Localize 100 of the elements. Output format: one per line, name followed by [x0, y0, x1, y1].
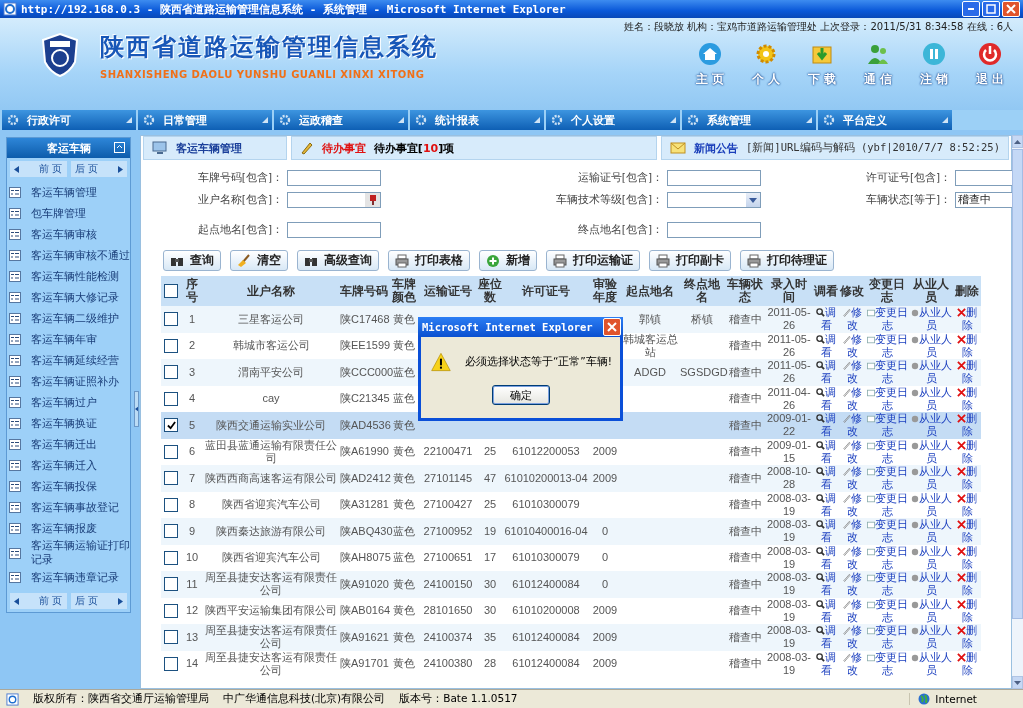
next-page-button[interactable]: 后 页: [70, 161, 127, 177]
minimize-button[interactable]: [962, 1, 980, 17]
delete-link[interactable]: 删除: [954, 518, 980, 545]
select-all-checkbox[interactable]: [164, 284, 178, 298]
row-checkbox[interactable]: [164, 577, 178, 592]
sidebar-item[interactable]: 客运车辆换证: [31, 416, 97, 431]
sidebar-item[interactable]: 客运车辆迁出: [31, 437, 97, 452]
delete-link[interactable]: 删除: [954, 650, 980, 677]
log-link[interactable]: 变更日志: [866, 465, 908, 492]
row-checkbox[interactable]: [164, 444, 178, 459]
delete-link[interactable]: 删除: [954, 359, 980, 386]
action-button[interactable]: 打印表格: [388, 250, 470, 271]
staff-link[interactable]: 从业人员: [910, 518, 952, 545]
sidebar-item[interactable]: 客运车辆大修记录: [31, 290, 119, 305]
staff-link[interactable]: 从业人员: [910, 597, 952, 624]
edit-link[interactable]: 修改: [840, 571, 864, 598]
menu-tab[interactable]: 运政稽查: [274, 110, 408, 130]
sidebar-item[interactable]: 包车牌管理: [31, 206, 86, 221]
view-link[interactable]: 调看: [814, 571, 838, 598]
row-checkbox[interactable]: [164, 418, 178, 433]
log-link[interactable]: 变更日志: [866, 438, 908, 465]
view-link[interactable]: 调看: [814, 306, 838, 333]
row-checkbox[interactable]: [164, 550, 178, 565]
next-page-button[interactable]: 后 页: [70, 593, 127, 609]
delete-link[interactable]: 删除: [954, 571, 980, 598]
collapse-handle[interactable]: [134, 391, 139, 427]
action-button[interactable]: 打印待理证: [740, 250, 834, 271]
action-button[interactable]: 打印运输证: [546, 250, 640, 271]
sidebar-item[interactable]: 客运车辆延续经营: [31, 353, 119, 368]
view-link[interactable]: 调看: [814, 438, 838, 465]
staff-link[interactable]: 从业人员: [910, 332, 952, 359]
edit-link[interactable]: 修改: [840, 306, 864, 333]
menu-tab[interactable]: 行政许可: [2, 110, 136, 130]
staff-link[interactable]: 从业人员: [910, 438, 952, 465]
ok-button[interactable]: 确定: [491, 385, 550, 405]
row-checkbox[interactable]: [164, 524, 178, 539]
row-checkbox[interactable]: [164, 471, 178, 486]
text-field[interactable]: [287, 222, 381, 238]
view-link[interactable]: 调看: [814, 385, 838, 412]
menu-tab[interactable]: 日常管理: [138, 110, 272, 130]
log-link[interactable]: 变更日志: [866, 332, 908, 359]
sidebar-item[interactable]: 客运车辆过户: [31, 395, 97, 410]
todo-label[interactable]: 待办事宜: [321, 140, 366, 156]
row-checkbox[interactable]: [164, 656, 178, 671]
log-link[interactable]: 变更日志: [866, 597, 908, 624]
sidebar-item[interactable]: 客运车辆二级维护: [31, 311, 119, 326]
action-button[interactable]: 打印副卡: [649, 250, 731, 271]
news-link[interactable]: [新闻]URL编码与解码 (ybf|2010/7/7 8:52:25): [746, 141, 1000, 155]
sidebar-item[interactable]: 客运车辆性能检测: [31, 269, 119, 284]
staff-link[interactable]: 从业人员: [910, 385, 952, 412]
menu-tab[interactable]: 统计报表: [410, 110, 544, 130]
log-link[interactable]: 变更日志: [866, 518, 908, 545]
delete-link[interactable]: 删除: [954, 544, 980, 571]
sidebar-item[interactable]: 客运车辆投保: [31, 479, 97, 494]
staff-link[interactable]: 从业人员: [910, 544, 952, 571]
sidebar-item[interactable]: 客运车辆事故登记: [31, 500, 119, 515]
scroll-up-icon[interactable]: [1014, 139, 1021, 144]
module-tab[interactable]: 客运车辆管理: [143, 136, 287, 160]
text-field[interactable]: [667, 222, 761, 238]
log-link[interactable]: 变更日志: [866, 412, 908, 439]
action-button[interactable]: 查询: [163, 250, 221, 271]
sidebar-item[interactable]: 客运车辆迁入: [31, 458, 97, 473]
row-checkbox[interactable]: [164, 338, 178, 353]
view-link[interactable]: 调看: [814, 650, 838, 677]
staff-link[interactable]: 从业人员: [910, 465, 952, 492]
row-checkbox[interactable]: [164, 497, 178, 512]
log-link[interactable]: 变更日志: [866, 491, 908, 518]
staff-link[interactable]: 从业人员: [910, 306, 952, 333]
edit-link[interactable]: 修改: [840, 518, 864, 545]
edit-link[interactable]: 修改: [840, 438, 864, 465]
maximize-button[interactable]: [982, 1, 1000, 17]
edit-link[interactable]: 修改: [840, 332, 864, 359]
close-button[interactable]: [1002, 1, 1020, 17]
row-checkbox[interactable]: [164, 365, 178, 380]
delete-link[interactable]: 删除: [954, 491, 980, 518]
row-checkbox[interactable]: [164, 312, 178, 327]
row-checkbox[interactable]: [164, 603, 178, 618]
action-button[interactable]: 高级查询: [297, 250, 379, 271]
delete-link[interactable]: 删除: [954, 332, 980, 359]
edit-link[interactable]: 修改: [840, 624, 864, 651]
delete-link[interactable]: 删除: [954, 624, 980, 651]
menu-tab[interactable]: 平台定义: [818, 110, 952, 130]
log-link[interactable]: 变更日志: [866, 544, 908, 571]
view-link[interactable]: 调看: [814, 332, 838, 359]
view-link[interactable]: 调看: [814, 359, 838, 386]
edit-link[interactable]: 修改: [840, 544, 864, 571]
delete-link[interactable]: 删除: [954, 385, 980, 412]
sidebar-item[interactable]: 客运车辆违章记录: [31, 570, 119, 585]
sidebar-item[interactable]: 客运车辆运输证打印记录: [31, 539, 130, 567]
dropdown-field[interactable]: [667, 192, 761, 208]
view-link[interactable]: 调看: [814, 491, 838, 518]
log-link[interactable]: 变更日志: [866, 359, 908, 386]
log-link[interactable]: 变更日志: [866, 624, 908, 651]
edit-link[interactable]: 修改: [840, 385, 864, 412]
scroll-down-icon[interactable]: [1014, 680, 1021, 685]
text-field[interactable]: [287, 170, 381, 186]
close-button[interactable]: [603, 318, 621, 336]
sidebar-item[interactable]: 客运车辆年审: [31, 332, 97, 347]
previous-page-button[interactable]: 前 页: [10, 593, 67, 609]
log-link[interactable]: 变更日志: [866, 650, 908, 677]
